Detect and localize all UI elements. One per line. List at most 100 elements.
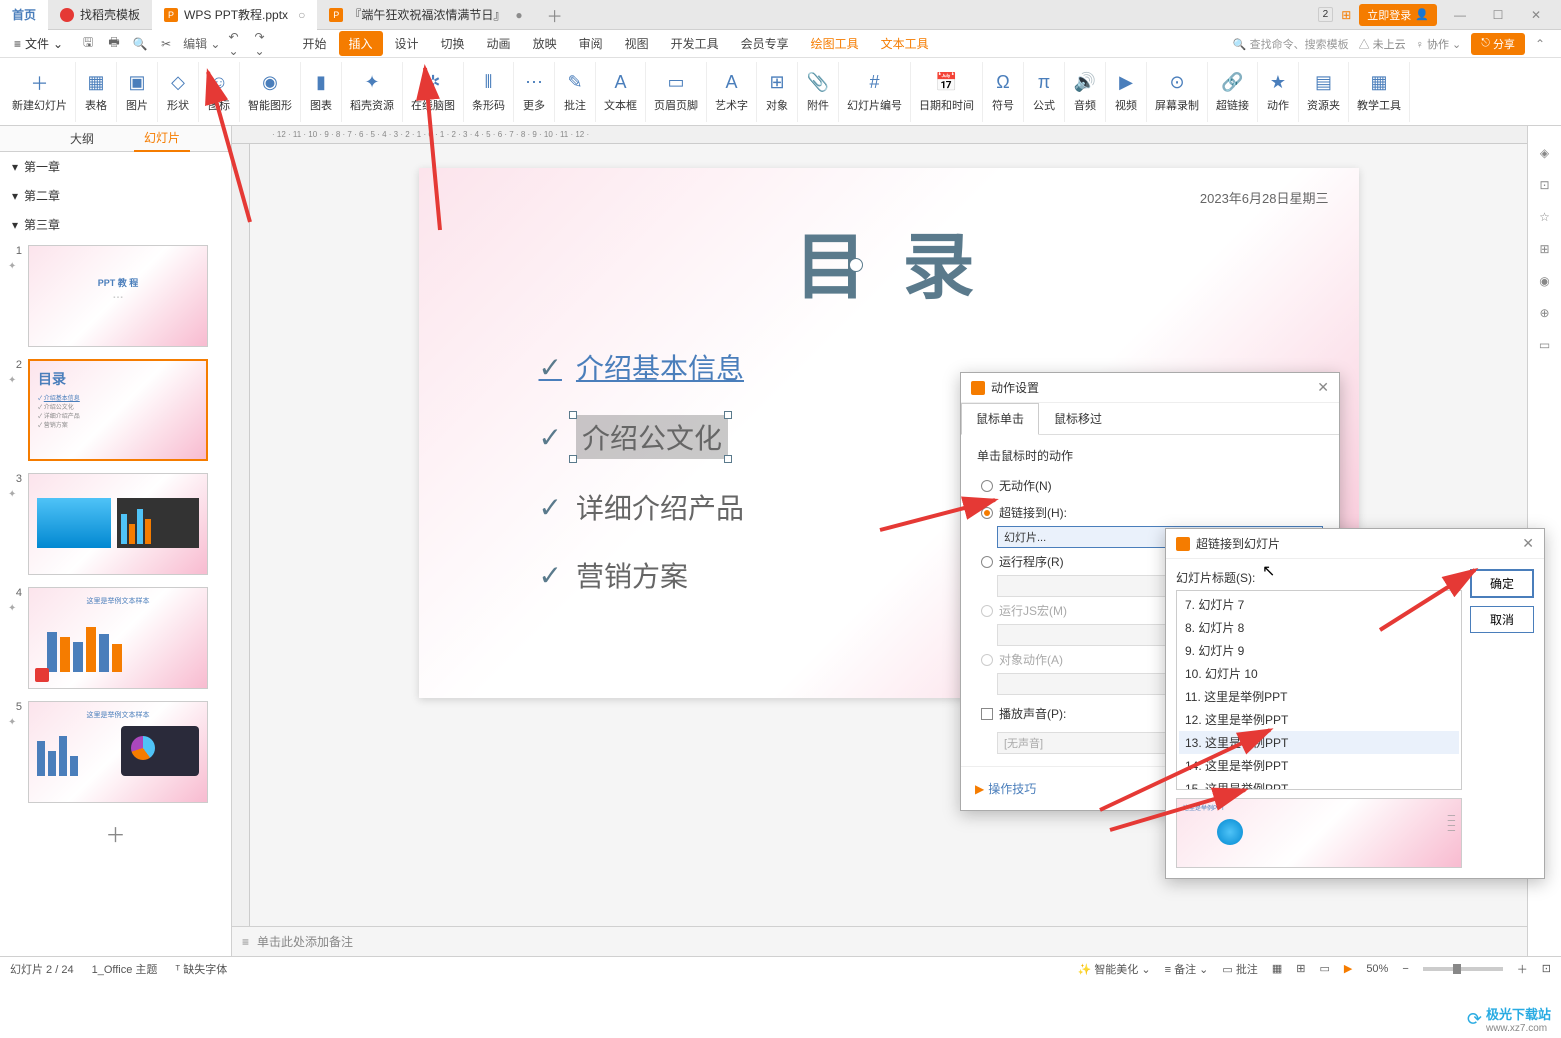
ribbon-条形码[interactable]: ⦀条形码 — [464, 62, 514, 122]
close-icon[interactable]: ● — [515, 8, 522, 22]
transition-icon[interactable]: ⊞ — [1539, 242, 1549, 256]
tab-drawing-tools[interactable]: 绘图工具 — [801, 31, 869, 56]
ribbon-幻灯片编号[interactable]: #幻灯片编号 — [839, 62, 911, 122]
zoom-out-icon[interactable]: − — [1402, 963, 1408, 975]
thumbnail-3[interactable]: 3✦ — [0, 467, 231, 581]
thumbnail-1[interactable]: 1✦ PPT 教 程- - - — [0, 239, 231, 353]
ribbon-形状[interactable]: ◇形状 — [158, 62, 199, 122]
ribbon-智能图形[interactable]: ◉智能图形 — [240, 62, 301, 122]
ribbon-表格[interactable]: ▦表格 — [76, 62, 117, 122]
grid-icon[interactable]: ⊞ — [1341, 8, 1351, 22]
thumbnail-5[interactable]: 5✦ 这里是举例文本样本 — [0, 695, 231, 809]
tab-member[interactable]: 会员专享 — [731, 31, 799, 56]
redo-icon[interactable]: ↷ ⌄ — [254, 35, 272, 53]
dialog-titlebar[interactable]: 动作设置 ✕ — [961, 373, 1339, 403]
resource-icon[interactable]: ⊕ — [1539, 306, 1549, 320]
star-icon[interactable]: ☆ — [1539, 210, 1550, 224]
view-sorter-icon[interactable]: ⊞ — [1296, 962, 1305, 975]
tab-slideshow[interactable]: 放映 — [523, 31, 567, 56]
slide-list-item[interactable]: 12. 这里是举例PPT — [1179, 708, 1459, 731]
tab-animation[interactable]: 动画 — [477, 31, 521, 56]
ribbon-公式[interactable]: π公式 — [1024, 62, 1065, 122]
ribbon-屏幕录制[interactable]: ⊙屏幕录制 — [1147, 62, 1208, 122]
ribbon-超链接[interactable]: 🔗超链接 — [1208, 62, 1258, 122]
selection-handle[interactable] — [569, 455, 577, 463]
slide-title[interactable]: 目 录 — [469, 208, 1309, 313]
cancel-button[interactable]: 取消 — [1470, 606, 1534, 633]
ribbon-教学工具[interactable]: ▦教学工具 — [1349, 62, 1410, 122]
ribbon-资源夹[interactable]: ▤资源夹 — [1299, 62, 1349, 122]
home-tab[interactable]: 首页 — [0, 0, 48, 30]
thumbnail-2[interactable]: 2✦ 目录✓ 介绍基本信息✓ 介绍公文化✓ 详细介绍产品✓ 营销方案 — [0, 353, 231, 467]
tab-view[interactable]: 视图 — [615, 31, 659, 56]
tab-design[interactable]: 设计 — [385, 31, 429, 56]
close-icon[interactable]: ✕ — [1317, 379, 1329, 396]
slide-list[interactable]: 7. 幻灯片 78. 幻灯片 89. 幻灯片 910. 幻灯片 1011. 这里… — [1176, 590, 1462, 790]
book-icon[interactable]: ▭ — [1539, 338, 1550, 352]
ok-button[interactable]: 确定 — [1470, 569, 1534, 598]
ribbon-音频[interactable]: 🔊音频 — [1065, 62, 1106, 122]
maximize-button[interactable]: ☐ — [1483, 8, 1513, 22]
slide-list-item[interactable]: 14. 这里是举例PPT — [1179, 754, 1459, 777]
dialog-titlebar[interactable]: 超链接到幻灯片 ✕ — [1166, 529, 1544, 559]
tab-review[interactable]: 审阅 — [569, 31, 613, 56]
preview-icon[interactable]: 🔍 — [131, 35, 149, 53]
chapter-2[interactable]: ▾ 第二章 — [0, 181, 231, 210]
chapter-1[interactable]: ▾ 第一章 — [0, 152, 231, 181]
rotate-handle[interactable] — [849, 258, 863, 272]
radio-hyperlink[interactable]: 超链接到(H): — [977, 499, 1323, 526]
selection-handle[interactable] — [724, 455, 732, 463]
slide-list-item[interactable]: 9. 幻灯片 9 — [1179, 639, 1459, 662]
badge-icon[interactable]: 2 — [1318, 7, 1334, 22]
slide-list-item[interactable]: 13. 这里是举例PPT — [1179, 731, 1459, 754]
new-tab-button[interactable]: ＋ — [535, 3, 575, 27]
ribbon-艺术字[interactable]: A艺术字 — [707, 62, 757, 122]
zoom-in-icon[interactable]: ＋ — [1517, 961, 1528, 977]
slide-list-item[interactable]: 11. 这里是举例PPT — [1179, 685, 1459, 708]
radio-none[interactable]: 无动作(N) — [977, 472, 1323, 499]
file-tab-2[interactable]: P『端午狂欢祝福浓情满节日』● — [317, 0, 534, 30]
comments-toggle[interactable]: ▭ 批注 — [1222, 961, 1257, 977]
ribbon-图片[interactable]: ▣图片 — [117, 62, 158, 122]
file-tab-active[interactable]: PWPS PPT教程.pptx○ — [152, 0, 317, 30]
template-icon[interactable]: ◉ — [1539, 274, 1549, 288]
ribbon-日期和时间[interactable]: 📅日期和时间 — [911, 62, 983, 122]
slide-list-item[interactable]: 8. 幻灯片 8 — [1179, 616, 1459, 639]
ribbon-视频[interactable]: ▶视频 — [1106, 62, 1147, 122]
outline-tab[interactable]: 大纲 — [60, 126, 104, 151]
tab-insert[interactable]: 插入 — [339, 31, 383, 56]
login-button[interactable]: 立即登录👤 — [1359, 4, 1437, 26]
tab-mouse-click[interactable]: 鼠标单击 — [961, 403, 1039, 435]
tips-link[interactable]: ▶操作技巧 — [975, 780, 1036, 797]
ribbon-图标[interactable]: ☺图标 — [199, 62, 240, 122]
cloud-status[interactable]: △ 未上云 — [1359, 36, 1406, 52]
notes-toggle[interactable]: ≡ 备注 ⌄ — [1165, 961, 1209, 977]
tab-mouse-over[interactable]: 鼠标移过 — [1039, 403, 1117, 434]
ribbon-页眉页脚[interactable]: ▭页眉页脚 — [646, 62, 707, 122]
close-window-button[interactable]: ✕ — [1521, 8, 1551, 22]
slides-tab[interactable]: 幻灯片 — [134, 126, 190, 152]
tab-start[interactable]: 开始 — [292, 31, 336, 56]
tab-transition[interactable]: 切换 — [431, 31, 475, 56]
fit-icon[interactable]: ⊡ — [1542, 962, 1551, 975]
slide-list-item[interactable]: 10. 幻灯片 10 — [1179, 662, 1459, 685]
ribbon-符号[interactable]: Ω符号 — [983, 62, 1024, 122]
view-reading-icon[interactable]: ▭ — [1319, 962, 1329, 975]
ribbon-更多[interactable]: ⋯更多 — [514, 62, 555, 122]
slide-list-item[interactable]: 15. 这里是举例PPT — [1179, 777, 1459, 790]
notes-bar[interactable]: ≡ 单击此处添加备注 — [232, 926, 1527, 956]
ribbon-对象[interactable]: ⊞对象 — [757, 62, 798, 122]
print-icon[interactable]: 🖶 — [105, 35, 123, 53]
tab-devtools[interactable]: 开发工具 — [661, 31, 729, 56]
thumbnail-4[interactable]: 4✦ 这里是举例文本样本 — [0, 581, 231, 695]
edit-dropdown[interactable]: 编辑 ⌄ — [183, 35, 220, 53]
chapter-3[interactable]: ▾ 第三章 — [0, 210, 231, 239]
selection-handle[interactable] — [569, 411, 577, 419]
select-icon[interactable]: ⊡ — [1539, 178, 1549, 192]
docer-tab[interactable]: 找稻壳模板 — [48, 0, 152, 30]
ribbon-稻壳资源[interactable]: ✦稻壳资源 — [342, 62, 403, 122]
ribbon-附件[interactable]: 📎附件 — [798, 62, 839, 122]
close-icon[interactable]: ○ — [298, 8, 305, 22]
cut-icon[interactable]: ✂ — [157, 35, 175, 53]
ribbon-新建幻灯片[interactable]: ＋新建幻灯片 — [4, 62, 76, 122]
